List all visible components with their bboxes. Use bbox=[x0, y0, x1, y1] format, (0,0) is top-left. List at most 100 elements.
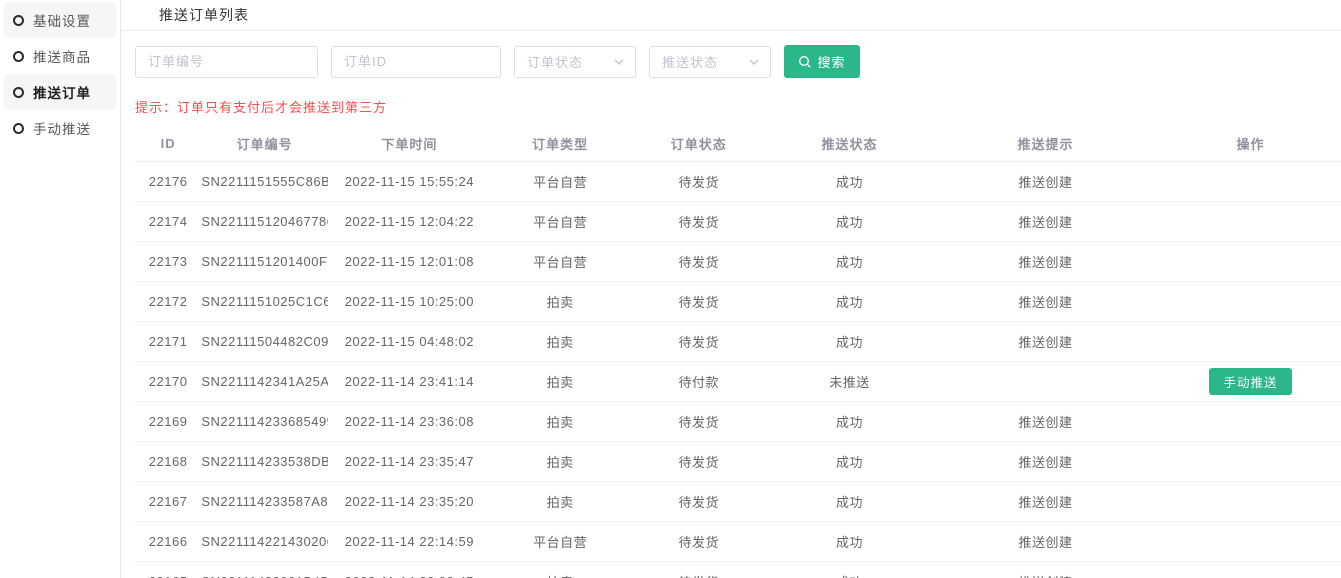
column-header-id: ID bbox=[135, 126, 201, 161]
cell-push-hint: 推送创建 bbox=[931, 201, 1160, 241]
table-row: 22165SN22111422001B45E42022-11-14 22:00:… bbox=[135, 561, 1341, 578]
cell-push-status: 成功 bbox=[768, 201, 931, 241]
cell-action bbox=[1160, 161, 1341, 201]
cell-type: 拍卖 bbox=[491, 441, 630, 481]
column-header-time: 下单时间 bbox=[328, 126, 491, 161]
cell-id: 22174 bbox=[135, 201, 201, 241]
cell-status: 待发货 bbox=[629, 401, 768, 441]
search-button[interactable]: 搜索 bbox=[784, 45, 860, 78]
cell-order-no: SN2211142336854990 bbox=[201, 401, 328, 441]
cell-push-hint: 推送创建 bbox=[931, 401, 1160, 441]
cell-id: 22168 bbox=[135, 441, 201, 481]
select-placeholder: 订单状态 bbox=[527, 52, 583, 71]
cell-push-status: 成功 bbox=[768, 481, 931, 521]
search-icon bbox=[798, 55, 812, 69]
page-title: 推送订单列表 bbox=[159, 5, 249, 25]
order-id-input[interactable] bbox=[331, 46, 501, 78]
cell-type: 拍卖 bbox=[491, 321, 630, 361]
cell-push-hint: 推送创建 bbox=[931, 481, 1160, 521]
order-table: ID 订单编号 下单时间 订单类型 订单状态 推送状态 推送提示 操作 2217… bbox=[135, 126, 1341, 578]
manual-push-button[interactable]: 手动推送 bbox=[1209, 368, 1292, 395]
cell-status: 待发货 bbox=[629, 281, 768, 321]
table-row: 22167SN221114233587A8742022-11-14 23:35:… bbox=[135, 481, 1341, 521]
cell-push-hint: 推送创建 bbox=[931, 161, 1160, 201]
cell-action bbox=[1160, 481, 1341, 521]
circle-icon bbox=[13, 87, 24, 98]
cell-status: 待发货 bbox=[629, 441, 768, 481]
cell-time: 2022-11-14 22:14:59 bbox=[328, 521, 491, 561]
cell-push-status: 未推送 bbox=[768, 361, 931, 401]
title-bar: 推送订单列表 bbox=[121, 0, 1341, 31]
cell-status: 待发货 bbox=[629, 201, 768, 241]
push-status-select[interactable]: 推送状态 bbox=[649, 46, 771, 78]
cell-id: 22169 bbox=[135, 401, 201, 441]
cell-id: 22165 bbox=[135, 561, 201, 578]
cell-time: 2022-11-14 23:41:14 bbox=[328, 361, 491, 401]
cell-action bbox=[1160, 241, 1341, 281]
cell-push-status: 成功 bbox=[768, 441, 931, 481]
sidebar-item-push-products[interactable]: 推送商品 bbox=[3, 38, 117, 74]
cell-id: 22176 bbox=[135, 161, 201, 201]
cell-push-hint: 推送创建 bbox=[931, 281, 1160, 321]
search-button-label: 搜索 bbox=[817, 52, 845, 71]
sidebar-item-push-orders[interactable]: 推送订单 bbox=[3, 74, 117, 110]
cell-order-no: SN221114233538DBF6 bbox=[201, 441, 328, 481]
cell-id: 22171 bbox=[135, 321, 201, 361]
app-window: 基础设置 推送商品 推送订单 手动推送 推送订单列表 订单状态 bbox=[0, 0, 1341, 578]
cell-time: 2022-11-14 23:35:47 bbox=[328, 441, 491, 481]
cell-action bbox=[1160, 201, 1341, 241]
cell-time: 2022-11-15 04:48:02 bbox=[328, 321, 491, 361]
chevron-down-icon bbox=[613, 56, 625, 68]
cell-type: 平台自营 bbox=[491, 521, 630, 561]
cell-type: 拍卖 bbox=[491, 481, 630, 521]
cell-status: 待发货 bbox=[629, 521, 768, 561]
cell-push-hint bbox=[931, 361, 1160, 401]
table-row: 22169SN22111423368549902022-11-14 23:36:… bbox=[135, 401, 1341, 441]
cell-order-no: SN221114233587A874 bbox=[201, 481, 328, 521]
cell-push-hint: 推送创建 bbox=[931, 521, 1160, 561]
cell-id: 22172 bbox=[135, 281, 201, 321]
cell-id: 22166 bbox=[135, 521, 201, 561]
cell-time: 2022-11-15 15:55:24 bbox=[328, 161, 491, 201]
cell-status: 待发货 bbox=[629, 561, 768, 578]
sidebar-item-manual-push[interactable]: 手动推送 bbox=[3, 110, 117, 146]
sidebar-item-basic-settings[interactable]: 基础设置 bbox=[3, 2, 117, 38]
chevron-down-icon bbox=[748, 56, 760, 68]
cell-push-status: 成功 bbox=[768, 241, 931, 281]
cell-type: 平台自营 bbox=[491, 201, 630, 241]
cell-order-no: SN22111512046778C8 bbox=[201, 201, 328, 241]
cell-order-no: SN2211142214302067 bbox=[201, 521, 328, 561]
column-header-actions: 操作 bbox=[1160, 126, 1341, 161]
cell-status: 待发货 bbox=[629, 481, 768, 521]
cell-push-hint: 推送创建 bbox=[931, 561, 1160, 578]
table-row: 22166SN22111422143020672022-11-14 22:14:… bbox=[135, 521, 1341, 561]
column-header-push-status: 推送状态 bbox=[768, 126, 931, 161]
sidebar-item-label: 基础设置 bbox=[33, 10, 91, 30]
payment-hint-text: 提示：订单只有支付后才会推送到第三方 bbox=[135, 97, 1341, 116]
order-no-input[interactable] bbox=[135, 46, 318, 78]
cell-order-no: SN22111422001B45E4 bbox=[201, 561, 328, 578]
cell-type: 平台自营 bbox=[491, 241, 630, 281]
cell-action: 手动推送 bbox=[1160, 361, 1341, 401]
cell-push-status: 成功 bbox=[768, 281, 931, 321]
cell-time: 2022-11-15 12:04:22 bbox=[328, 201, 491, 241]
cell-order-no: SN2211151025C1C69B bbox=[201, 281, 328, 321]
column-header-order-type: 订单类型 bbox=[491, 126, 630, 161]
cell-time: 2022-11-14 23:36:08 bbox=[328, 401, 491, 441]
order-status-select[interactable]: 订单状态 bbox=[514, 46, 636, 78]
table-row: 22176SN2211151555C86BAE2022-11-15 15:55:… bbox=[135, 161, 1341, 201]
cell-id: 22173 bbox=[135, 241, 201, 281]
cell-id: 22167 bbox=[135, 481, 201, 521]
cell-order-no: SN2211151201400FD6 bbox=[201, 241, 328, 281]
cell-action bbox=[1160, 561, 1341, 578]
table-row: 22168SN221114233538DBF62022-11-14 23:35:… bbox=[135, 441, 1341, 481]
main-content: 推送订单列表 订单状态 推送状态 搜 bbox=[121, 0, 1341, 578]
table-row: 22171SN22111504482C09FB2022-11-15 04:48:… bbox=[135, 321, 1341, 361]
cell-time: 2022-11-14 22:00:45 bbox=[328, 561, 491, 578]
cell-time: 2022-11-14 23:35:20 bbox=[328, 481, 491, 521]
sidebar-item-label: 推送商品 bbox=[33, 46, 91, 66]
cell-push-hint: 推送创建 bbox=[931, 321, 1160, 361]
cell-type: 平台自营 bbox=[491, 161, 630, 201]
sidebar: 基础设置 推送商品 推送订单 手动推送 bbox=[0, 0, 121, 578]
cell-push-status: 成功 bbox=[768, 521, 931, 561]
